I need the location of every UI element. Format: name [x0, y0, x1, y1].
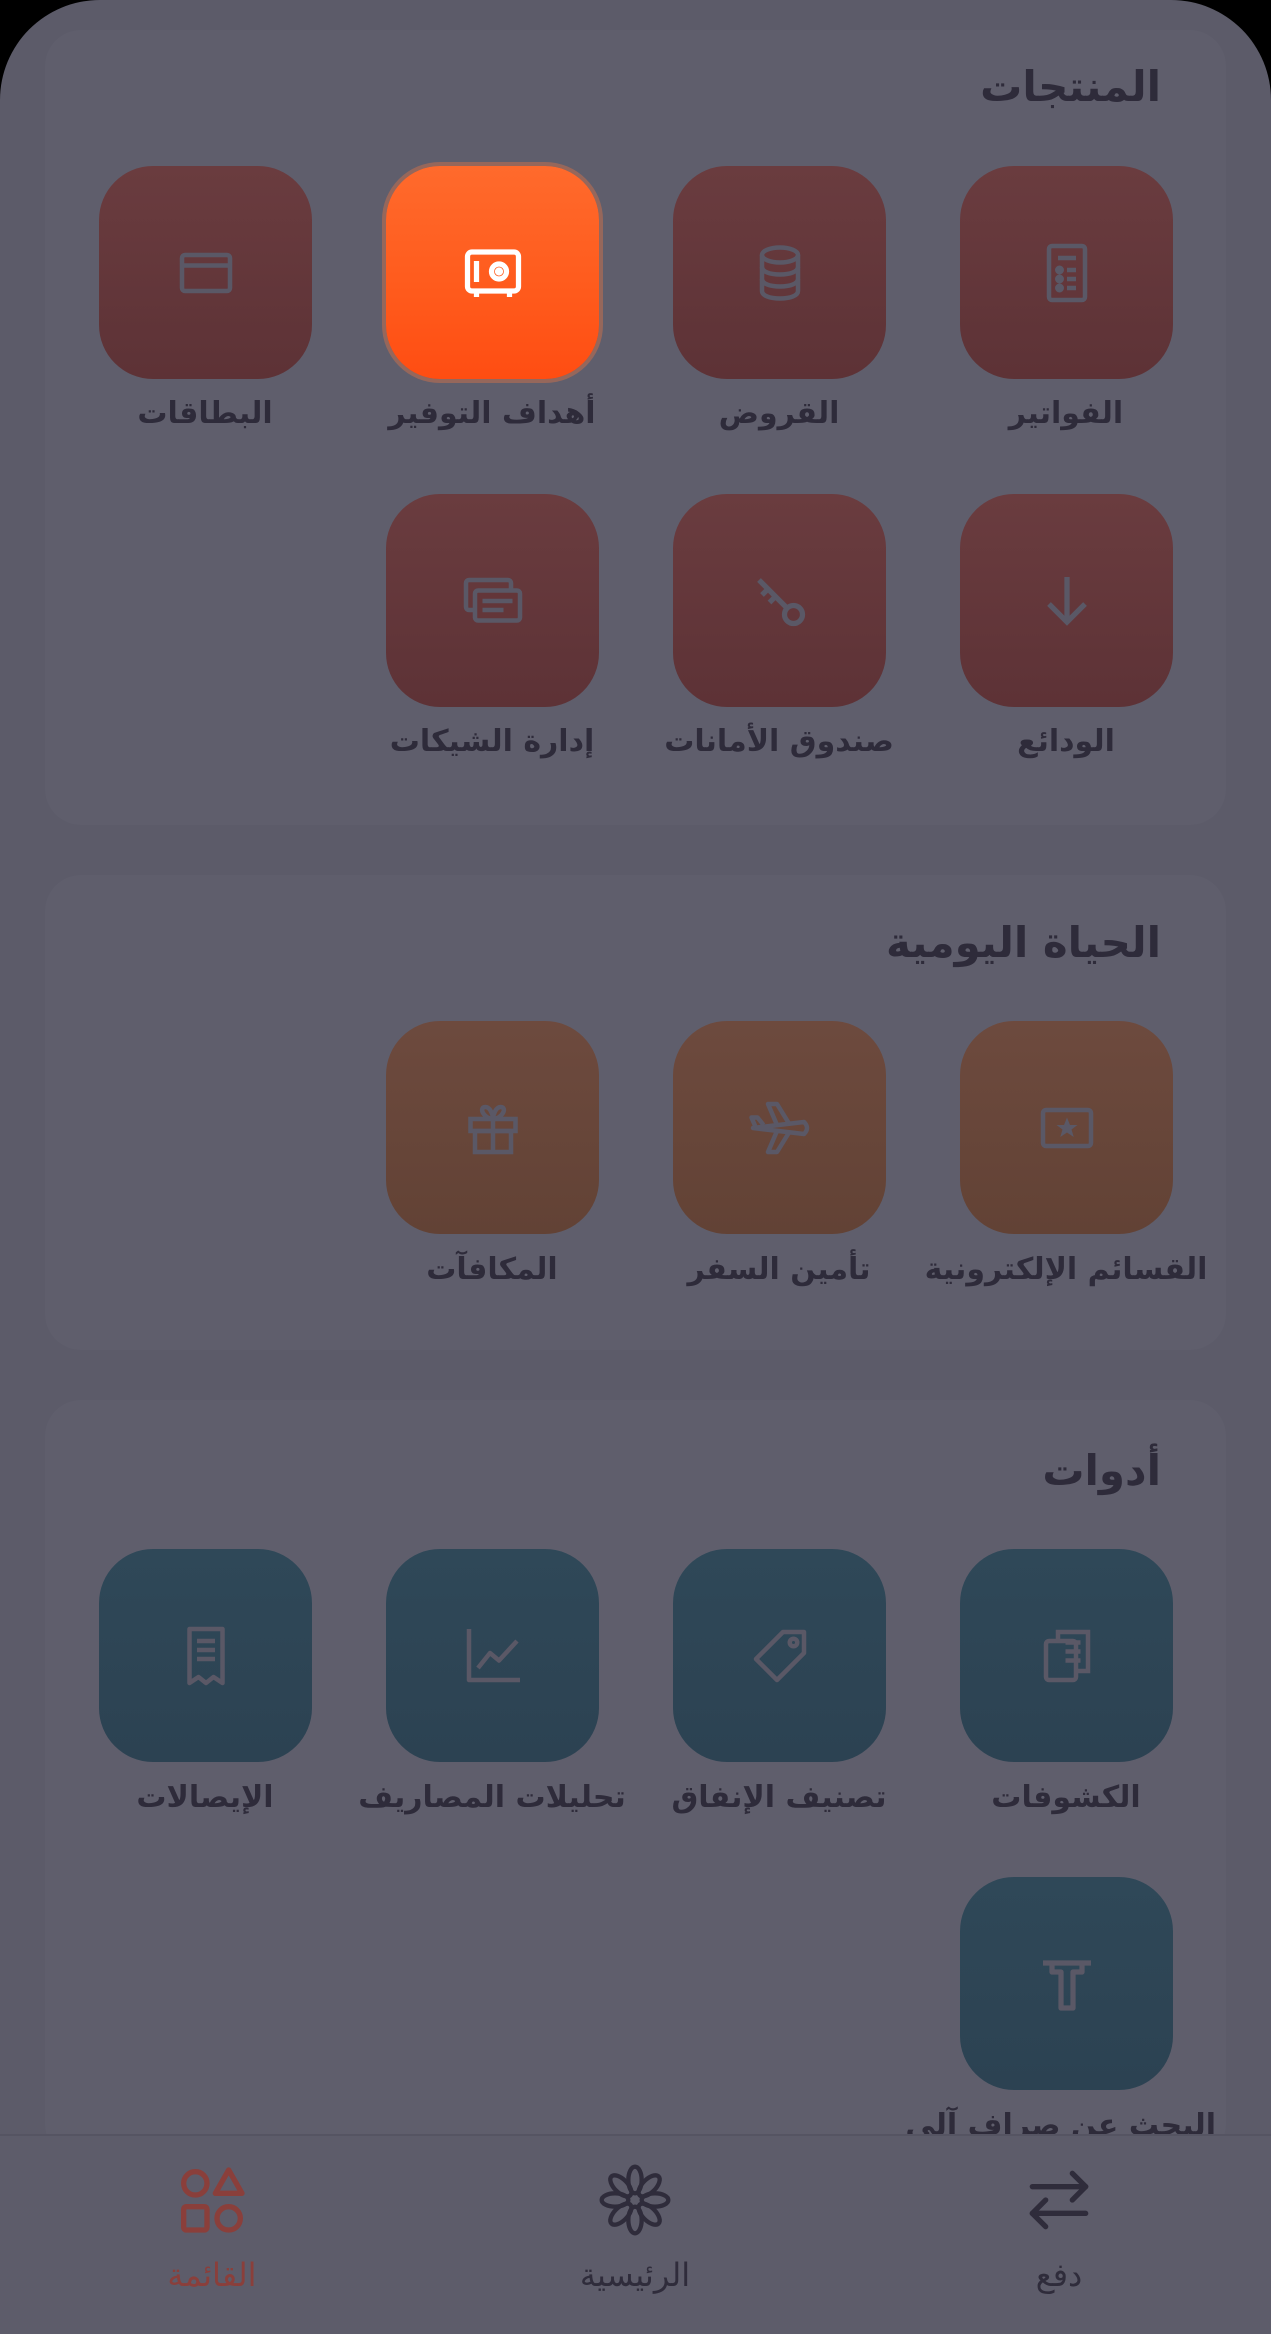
section-title-daily-life: الحياة اليومية — [885, 918, 1161, 967]
voucher-icon — [1040, 1107, 1093, 1148]
tile-expense-analytics[interactable] — [386, 1549, 599, 1762]
chart-line-icon — [466, 1628, 520, 1682]
tile-label-cheque-management: إدارة الشيكات — [389, 724, 595, 759]
tile-cards[interactable] — [99, 166, 312, 379]
tile-label-safe-deposit-box: صندوق الأمانات — [664, 724, 894, 759]
tile-label-expense-analytics: تحليلات المصاريف — [358, 1780, 626, 1815]
arrow-down-icon — [1046, 576, 1087, 626]
tile-statements[interactable] — [960, 1549, 1173, 1762]
tile-label-spending-categorization: تصنيف الإنفاق — [671, 1780, 887, 1815]
nav-pay-label: دفع — [1035, 2256, 1083, 2294]
tile-receipts[interactable] — [99, 1549, 312, 1762]
tile-label-receipts: الإيصالات — [136, 1780, 274, 1815]
airplane-icon — [748, 1101, 809, 1154]
tile-cheque-management[interactable] — [386, 494, 599, 707]
statements-icon — [1043, 1629, 1090, 1682]
tag-icon — [753, 1629, 806, 1682]
receipt-icon — [186, 1626, 225, 1685]
tile-rewards[interactable] — [386, 1021, 599, 1234]
nav-home[interactable]: الرئيسية — [485, 2136, 785, 2334]
tile-loans[interactable] — [673, 166, 886, 379]
cheques-icon — [463, 577, 522, 623]
tile-safe-deposit-box[interactable] — [673, 494, 886, 707]
safe-icon — [464, 248, 521, 297]
tile-deposits[interactable] — [960, 494, 1173, 707]
tile-spending-categorization[interactable] — [673, 1549, 886, 1762]
nav-home-label: الرئيسية — [579, 2256, 691, 2294]
menu-screen: المنتجات الفواتير القروض أهداف التوفير ا… — [0, 0, 1271, 2334]
shapes-menu-icon — [181, 2167, 245, 2233]
tile-label-savings-goals: أهداف التوفير — [388, 396, 596, 431]
tile-e-vouchers[interactable] — [960, 1021, 1173, 1234]
tile-invoices[interactable] — [960, 166, 1173, 379]
transfer-arrows-icon — [1029, 2170, 1089, 2230]
section-title-products: المنتجات — [980, 62, 1161, 111]
home-logo-icon — [599, 2164, 671, 2236]
coins-stack-icon — [759, 244, 800, 301]
gift-icon — [467, 1104, 518, 1154]
tile-label-loans: القروض — [718, 396, 840, 431]
tile-atm-locator[interactable] — [960, 1877, 1173, 2090]
bottom-nav: دفع الرئيسية القائمة — [0, 2134, 1271, 2334]
invoice-icon — [1046, 243, 1087, 302]
key-icon — [756, 577, 805, 626]
tile-travel-insurance[interactable] — [673, 1021, 886, 1234]
tile-label-travel-insurance: تأمين السفر — [687, 1252, 871, 1287]
section-title-tools: أدوات — [1042, 1446, 1161, 1495]
tile-label-cards: البطاقات — [137, 396, 273, 431]
tile-label-deposits: الودائع — [1017, 724, 1115, 759]
atm-icon — [1042, 1959, 1091, 2011]
tile-label-rewards: المكافآت — [426, 1252, 558, 1287]
card-icon — [179, 252, 232, 293]
nav-menu[interactable]: القائمة — [62, 2136, 362, 2334]
tile-savings-goals[interactable] — [386, 166, 599, 379]
nav-pay[interactable]: دفع — [909, 2136, 1209, 2334]
tile-label-invoices: الفواتير — [1008, 396, 1124, 431]
tile-label-e-vouchers: القسائم الإلكترونية — [924, 1252, 1208, 1287]
nav-menu-label: القائمة — [167, 2256, 257, 2294]
tile-label-statements: الكشوفات — [991, 1780, 1141, 1815]
